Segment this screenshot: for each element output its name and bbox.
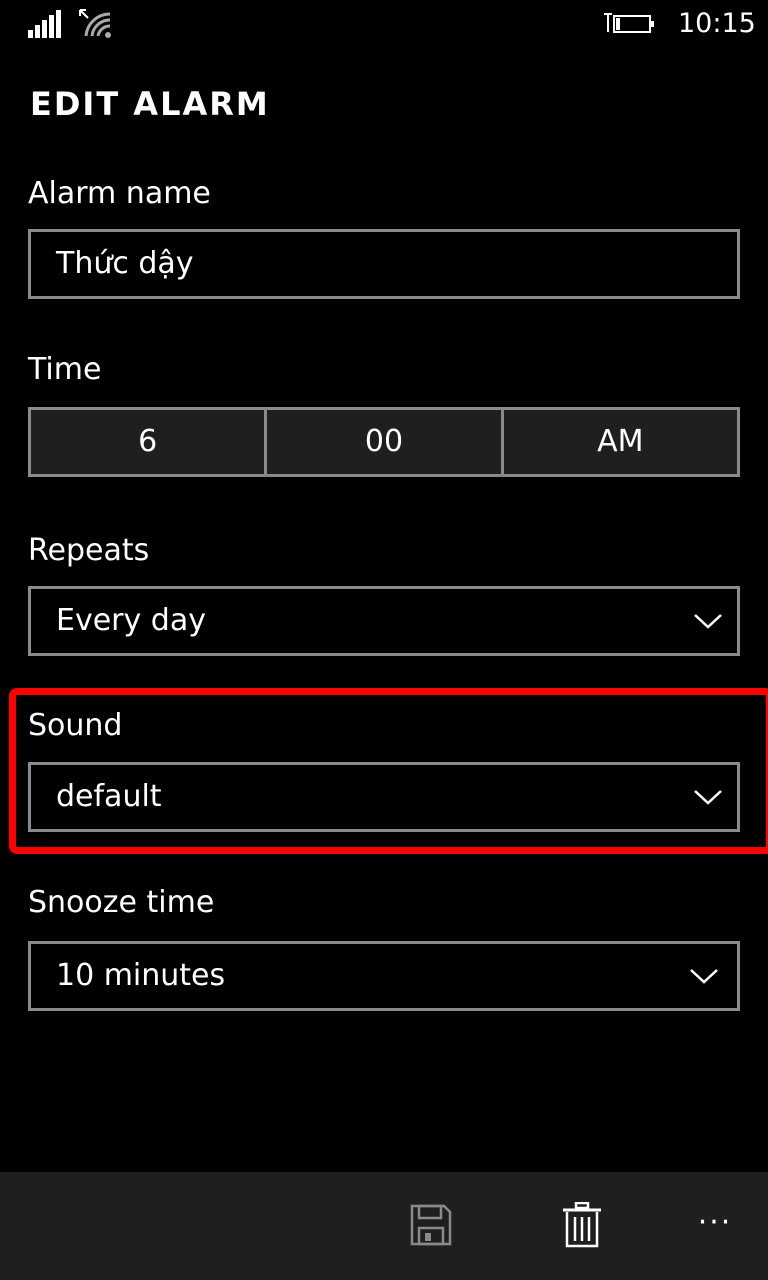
repeats-label: Repeats: [28, 533, 150, 568]
clock: 10:15: [678, 8, 756, 39]
sound-value: default: [56, 779, 162, 814]
chevron-down-icon: [694, 614, 722, 629]
time-label: Time: [28, 352, 102, 387]
save-icon[interactable]: [410, 1204, 452, 1246]
chevron-down-icon: [690, 969, 718, 984]
app-bar: ···: [0, 1172, 768, 1280]
snooze-time-value: 10 minutes: [56, 958, 226, 993]
hour-picker[interactable]: 6: [28, 407, 268, 477]
sound-dropdown[interactable]: default: [28, 762, 740, 832]
period-picker[interactable]: AM: [503, 407, 740, 477]
page-title: EDIT ALARM: [30, 85, 270, 123]
snooze-time-dropdown[interactable]: 10 minutes: [28, 941, 740, 1011]
chevron-down-icon: [694, 790, 722, 805]
sound-label: Sound: [28, 708, 123, 743]
alarm-name-label: Alarm name: [28, 176, 211, 211]
signal-icon: [28, 10, 61, 38]
repeats-value: Every day: [56, 603, 206, 638]
battery-icon: [604, 13, 654, 33]
status-bar: 10:15: [0, 0, 768, 50]
wifi-icon: [79, 9, 111, 38]
time-picker: 6 00 AM: [28, 407, 740, 477]
minute-picker[interactable]: 00: [267, 407, 504, 477]
more-icon[interactable]: ···: [692, 1208, 738, 1238]
repeats-dropdown[interactable]: Every day: [28, 586, 740, 656]
delete-icon[interactable]: [562, 1202, 602, 1248]
alarm-name-value: Thức dậy: [56, 246, 194, 281]
snooze-time-label: Snooze time: [28, 885, 215, 920]
alarm-name-input[interactable]: Thức dậy: [28, 229, 740, 299]
